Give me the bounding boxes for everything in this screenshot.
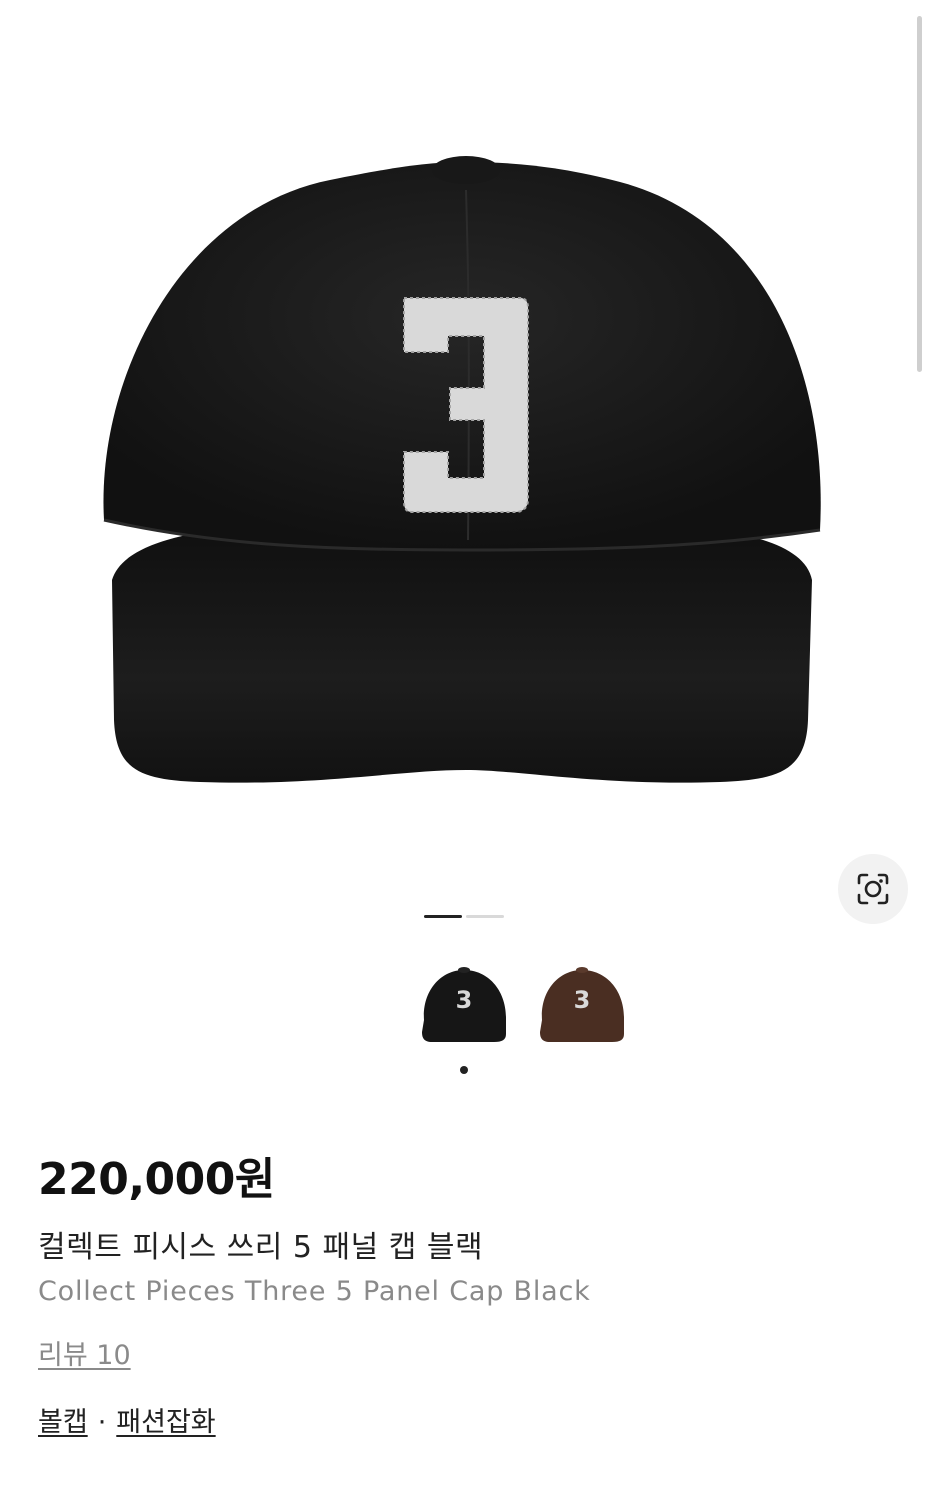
product-image[interactable]	[0, 0, 928, 880]
swatch-patch-text: 3	[456, 986, 473, 1014]
category-separator: ·	[97, 1407, 107, 1438]
swatch-brown[interactable]: 3	[532, 958, 628, 1054]
product-name-en: Collect Pieces Three 5 Panel Cap Black	[38, 1276, 591, 1307]
pager-segment-1[interactable]	[424, 915, 462, 918]
pager-segment-2[interactable]	[466, 915, 504, 918]
category-breadcrumb: 볼캡 · 패션잡화	[38, 1404, 888, 1442]
color-swatches: 3 3	[414, 958, 628, 1054]
visual-search-icon	[857, 873, 889, 905]
visual-search-button[interactable]	[838, 854, 908, 924]
swatch-black[interactable]: 3	[414, 958, 510, 1054]
category-link-fashion-goods[interactable]: 패션잡화	[116, 1407, 215, 1438]
product-info: 220,000원 컬렉트 피시스 쓰리 5 패널 캡 블랙 Collect Pi…	[38, 1150, 888, 1442]
gallery-pager[interactable]	[424, 915, 504, 918]
selected-swatch-indicator	[460, 1066, 468, 1074]
product-price: 220,000원	[38, 1154, 275, 1205]
brown-cap-thumbnail: 3	[540, 967, 624, 1042]
review-link[interactable]: 리뷰 10	[38, 1338, 131, 1374]
swatch-patch-text: 3	[574, 986, 591, 1014]
black-cap-thumbnail: 3	[422, 967, 506, 1042]
category-link-ballcap[interactable]: 볼캡	[38, 1407, 88, 1438]
cap-illustration	[103, 156, 821, 783]
page-scrollbar[interactable]	[917, 16, 922, 372]
product-name-ko: 컬렉트 피시스 쓰리 5 패널 캡 블랙	[38, 1230, 484, 1265]
